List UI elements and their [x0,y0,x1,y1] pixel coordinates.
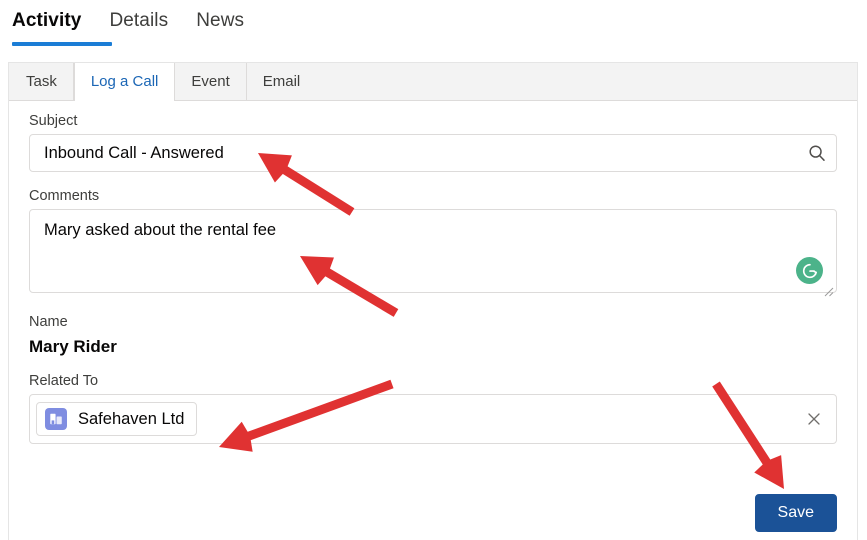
close-icon [808,413,820,425]
comments-label: Comments [29,188,100,204]
tab-news-label: News [196,10,245,31]
comments-field-group: Comments [29,186,837,298]
subject-field-group: Subject [29,111,837,172]
subtab-task-label: Task [26,73,57,90]
name-field-group: Name Mary Rider [29,312,837,358]
grammarly-icon[interactable] [796,257,823,284]
comments-textarea[interactable] [29,209,837,293]
account-icon [45,408,67,430]
active-tab-indicator [12,42,112,46]
subject-label: Subject [29,113,78,129]
activity-type-tab-bar: Task Log a Call Event Email [9,63,857,101]
subtab-log-a-call-label: Log a Call [90,73,159,90]
related-to-value: Safehaven Ltd [78,409,185,428]
composer-footer: Save [9,494,857,532]
save-button[interactable]: Save [754,494,837,532]
record-tab-bar: Activity Details News [0,0,867,56]
tab-activity[interactable]: Activity [12,10,109,42]
textarea-resize-handle[interactable] [822,284,834,297]
activity-composer-panel: Task Log a Call Event Email Subject Inbo… [8,62,858,540]
tab-news[interactable]: News [196,10,272,42]
subtab-email-label: Email [262,73,301,90]
log-a-call-form: Subject Comments [9,101,857,444]
tab-details[interactable]: Details [109,10,196,42]
name-value: Mary Rider [29,337,117,356]
clear-related-to-button[interactable] [802,407,826,431]
subtab-event[interactable]: Event [175,63,247,100]
related-to-field-group: Related To Safehaven Ltd [29,371,837,444]
subtab-task[interactable]: Task [9,63,74,100]
tab-activity-label: Activity [12,10,82,31]
subtab-email[interactable]: Email [246,63,318,100]
related-to-input-wrapper[interactable]: Safehaven Ltd [29,394,837,444]
subtab-event-label: Event [191,73,230,90]
subject-input[interactable] [29,134,837,172]
log-a-call-screen: Activity Details News Task Log a Call Ev… [0,0,867,540]
related-to-label: Related To [29,373,99,389]
record-tab-list: Activity Details News [12,10,272,42]
comments-input-wrapper [29,209,837,298]
name-label: Name [29,314,68,330]
subtab-log-a-call[interactable]: Log a Call [73,63,176,101]
subject-input-wrapper [29,134,837,172]
related-to-pill[interactable]: Safehaven Ltd [36,402,198,436]
tab-details-label: Details [109,10,169,31]
